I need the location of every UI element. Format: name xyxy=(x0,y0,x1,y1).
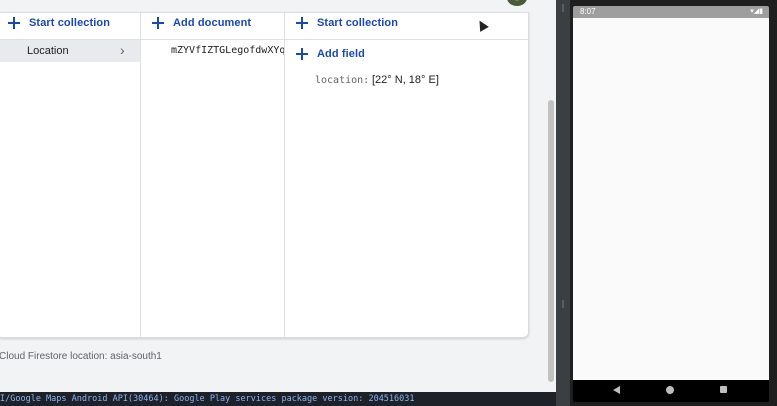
plus-icon xyxy=(295,16,309,30)
firestore-console: Start collection Location › Add document… xyxy=(0,0,556,392)
chevron-right-icon: › xyxy=(120,42,125,58)
start-collection-label: Start collection xyxy=(29,17,111,29)
navigation-bar xyxy=(573,380,769,402)
column-divider xyxy=(141,39,284,40)
plus-icon xyxy=(295,47,309,61)
collection-item-location[interactable]: Location › xyxy=(0,40,140,62)
start-collection-button[interactable]: Start collection xyxy=(7,13,110,33)
add-field-label: Add field xyxy=(317,48,365,60)
home-icon[interactable] xyxy=(666,386,674,394)
help-icon[interactable] xyxy=(482,0,492,4)
start-collection-label: Start collection xyxy=(317,17,399,29)
collections-column: Start collection Location › xyxy=(0,13,141,337)
gutter-marker xyxy=(562,4,564,12)
documents-column: Add document mZYVfIZTGLegofdwXYq6 xyxy=(141,13,285,337)
add-field-button[interactable]: Add field xyxy=(295,44,365,64)
emulator-screen[interactable]: 8:07 ▾◢▮ xyxy=(573,6,769,402)
plus-icon xyxy=(7,16,21,30)
field-key: location: xyxy=(315,75,370,86)
recents-icon[interactable] xyxy=(720,386,727,393)
top-bar xyxy=(0,0,556,12)
firestore-location-text: Cloud Firestore location: asia-south1 xyxy=(0,351,162,362)
document-item[interactable]: mZYVfIZTGLegofdwXYq6 xyxy=(171,45,284,56)
field-value[interactable]: [22° N, 18° E] xyxy=(372,74,439,86)
screen-root: Start collection Location › Add document… xyxy=(0,0,777,406)
collection-item-label: Location xyxy=(27,45,69,57)
plus-icon xyxy=(151,16,165,30)
status-bar: 8:07 ▾◢▮ xyxy=(573,6,769,18)
back-icon[interactable] xyxy=(613,386,620,394)
status-icons: ▾◢▮ xyxy=(750,8,763,15)
add-document-label: Add document xyxy=(173,17,252,29)
scrollbar-thumb[interactable] xyxy=(548,100,554,382)
fields-column: Start collection Add field location: [22… xyxy=(285,13,528,337)
column-divider xyxy=(285,39,528,40)
gutter-marker xyxy=(562,300,564,308)
log-output: I/Google Maps Android API(30464): Google… xyxy=(0,392,556,406)
status-time: 8:07 xyxy=(580,7,596,16)
app-content[interactable] xyxy=(573,18,769,380)
start-collection-button-document[interactable]: Start collection xyxy=(295,13,398,33)
window-gutter xyxy=(556,0,570,406)
data-panel: Start collection Location › Add document… xyxy=(0,12,529,338)
add-document-button[interactable]: Add document xyxy=(151,13,251,33)
